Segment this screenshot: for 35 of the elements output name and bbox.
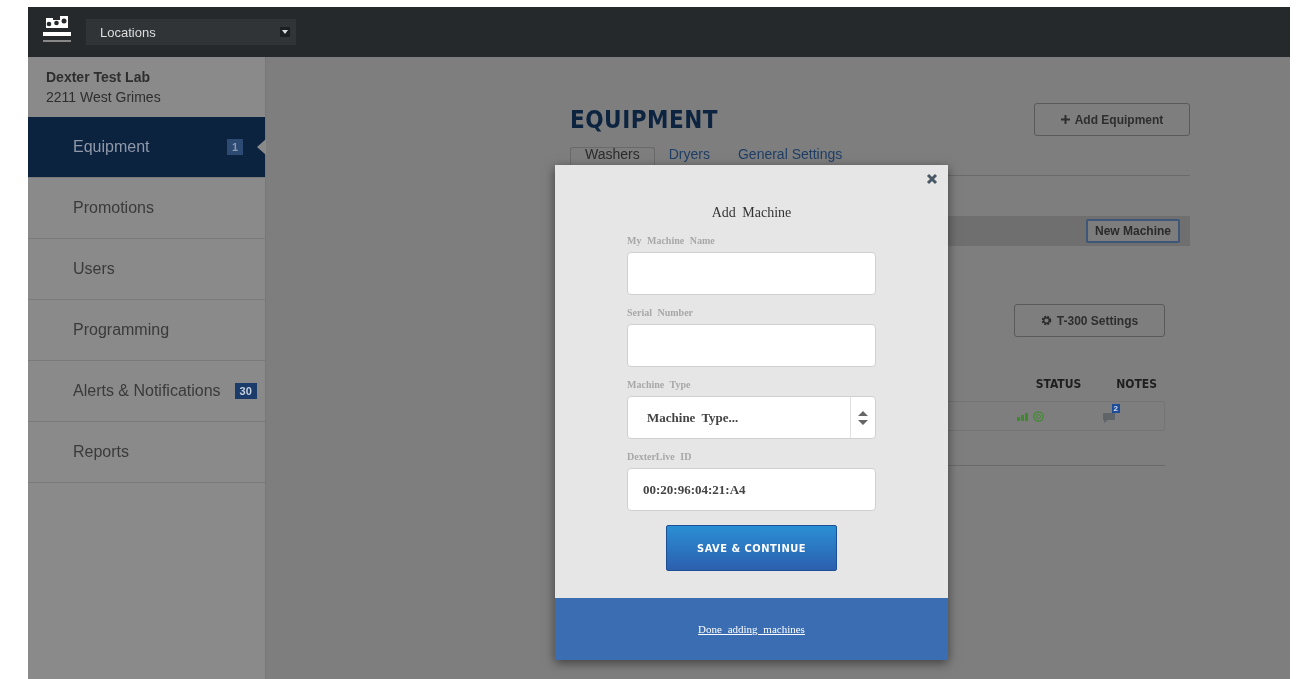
- close-icon[interactable]: [926, 173, 938, 185]
- settings-button[interactable]: T-300 Settings: [1014, 304, 1165, 337]
- count-badge: 1: [226, 139, 243, 155]
- count-badge: 30: [234, 383, 257, 399]
- input-field[interactable]: [627, 252, 876, 295]
- status-circle-icon: [1033, 410, 1044, 422]
- add-equipment-button[interactable]: Add Equipment: [1034, 103, 1190, 136]
- field-label: Serial Number: [627, 307, 695, 318]
- new-machine-button[interactable]: New Machine: [1085, 219, 1180, 243]
- dialog-title: Add Machine: [711, 205, 792, 221]
- notes-count-badge: 2: [1111, 404, 1120, 413]
- field-label: My Machine Name: [627, 235, 716, 246]
- sidebar-item[interactable]: Alerts & Notifications 30: [28, 361, 265, 422]
- sidebar-item[interactable]: Programming: [28, 300, 265, 361]
- sidebar-item[interactable]: Users: [28, 239, 265, 300]
- column-header: NOTES: [1116, 377, 1157, 391]
- field-label: DexterLive ID: [627, 451, 693, 462]
- machine-type-select[interactable]: Machine Type...: [627, 396, 876, 439]
- location-address: 2211 West Grimes: [45, 88, 162, 107]
- signal-icon: [1017, 411, 1029, 421]
- locations-select[interactable]: Locations: [86, 19, 296, 45]
- gear-icon: [1040, 315, 1052, 326]
- sidebar-item[interactable]: Reports: [28, 422, 265, 483]
- location-name: Dexter Test Lab: [45, 68, 151, 85]
- sidebar-item[interactable]: Equipment 1: [28, 117, 265, 178]
- field-label: Machine Type: [627, 379, 692, 390]
- column-header: STATUS: [1035, 377, 1082, 391]
- plus-icon: [1060, 115, 1070, 124]
- input-field[interactable]: [627, 324, 876, 367]
- done-link[interactable]: Done adding machines: [698, 623, 805, 635]
- caret-icon: [280, 27, 290, 37]
- input-field[interactable]: 00:20:96:04:21:A4: [627, 468, 876, 511]
- sidebar-item[interactable]: Promotions: [28, 178, 265, 239]
- page-title: EQUIPMENT: [570, 105, 719, 134]
- save-continue-button[interactable]: SAVE & CONTINUE: [666, 525, 837, 571]
